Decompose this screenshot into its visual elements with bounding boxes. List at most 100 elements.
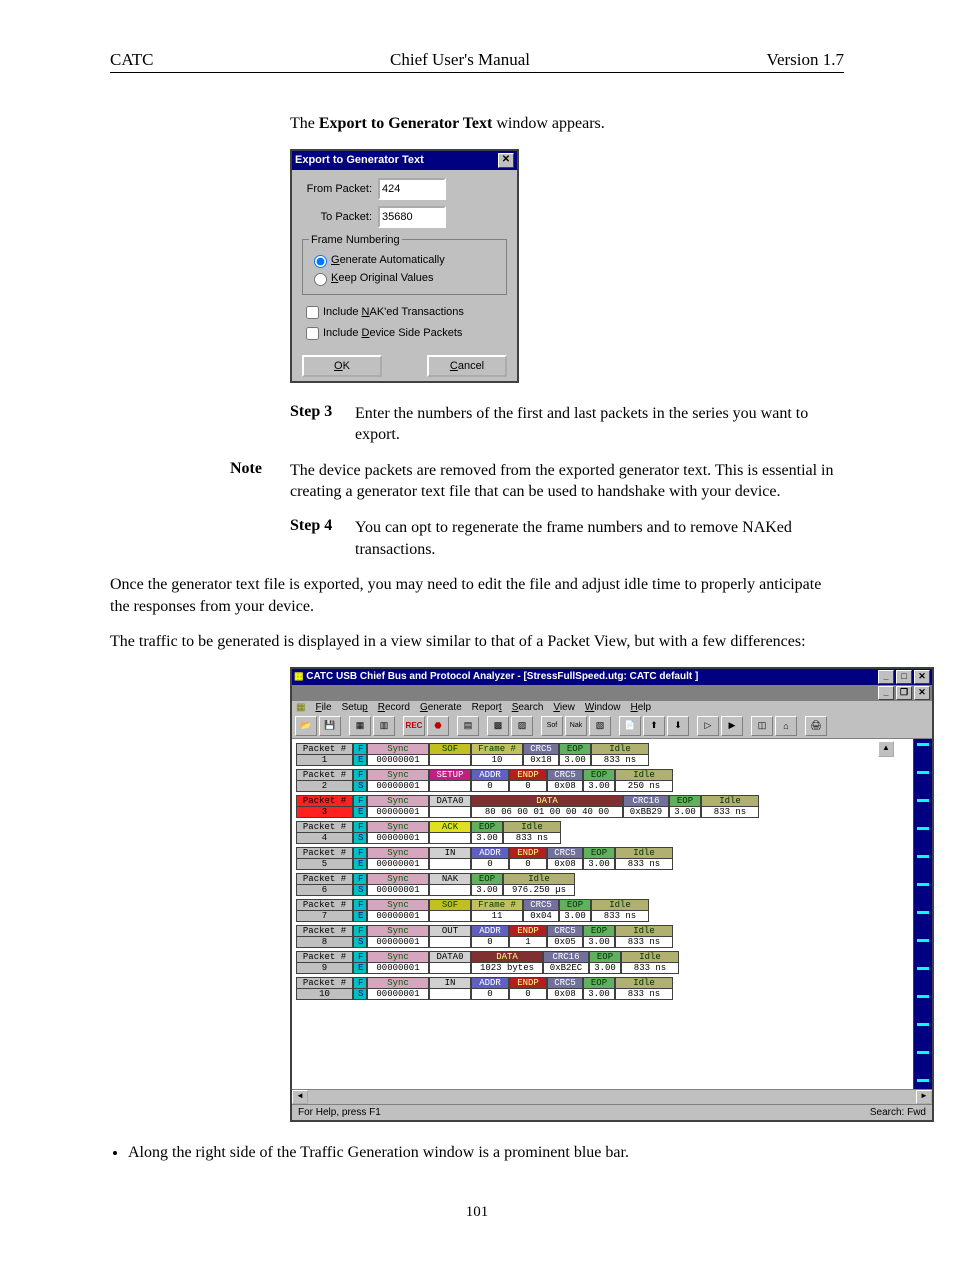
addr-cell: ADDR0 [471,925,509,948]
to-packet-input[interactable] [378,206,446,228]
scroll-left-icon[interactable]: ◄ [292,1090,308,1104]
eop-cell: EOP3.00 [471,873,503,896]
stop-icon[interactable]: ⬣ [427,716,449,736]
radio-keep-original-label: Keep Original Values [331,272,434,284]
sync-cell: Sync00000001 [367,821,429,844]
packet-row[interactable]: Packet #6FSSync00000001NAK0x5AEOP3.00Idl… [296,873,909,896]
menu-search[interactable]: Search [512,702,544,713]
check-include-device-label: Include Device Side Packets [323,327,462,339]
endp-cell: ENDP0 [509,847,547,870]
note-text: The device packets are removed from the … [290,460,844,503]
menu-report[interactable]: Report [472,702,502,713]
maximize-icon[interactable]: □ [896,670,912,684]
child-close-icon[interactable]: ✕ [914,686,930,700]
child-restore-icon[interactable]: ❐ [896,686,912,700]
radio-generate-auto[interactable] [314,255,327,268]
export-dialog-title: Export to Generator Text [295,154,424,166]
idle-cell: Idle976.250 µs [503,873,575,896]
packet-row[interactable]: Packet #1FESync00000001SOF0xA5Frame #10C… [296,743,909,766]
sync-cell: Sync00000001 [367,899,429,922]
menu-view[interactable]: View [553,702,575,713]
pid-cell: SETUP0xB4 [429,769,471,792]
pid-cell: SOF0xA5 [429,899,471,922]
packet-id-cell: Packet #10 [296,977,353,1000]
eop-cell: EOP3.00 [669,795,701,818]
packet-id-cell: Packet #7 [296,899,353,922]
open-icon[interactable]: 📂 [295,716,317,736]
menu-setup[interactable]: Setup [342,702,368,713]
tool-icon-8[interactable]: ▷ [697,716,719,736]
nak-icon[interactable]: Nak [565,716,587,736]
tool-icon-1[interactable]: ▦ [349,716,371,736]
pid-cell: DATA00xC3 [429,951,471,974]
menu-help[interactable]: Help [631,702,652,713]
up-arrow-icon[interactable]: ⬆ [643,716,665,736]
menu-window[interactable]: Window [585,702,621,713]
down-arrow-icon[interactable]: ⬇ [667,716,689,736]
packet-row[interactable]: Packet #7FESync00000001SOF0xA5Frame #11C… [296,899,909,922]
sync-cell: Sync00000001 [367,925,429,948]
from-packet-input[interactable] [378,178,446,200]
menu-record[interactable]: Record [378,702,410,713]
tool-icon-7[interactable]: 📄 [619,716,641,736]
ok-button[interactable]: OK [302,355,382,377]
analyzer-titlebar: ▦ CATC USB Chief Bus and Protocol Analyz… [292,669,932,685]
endp-cell: ENDP1 [509,925,547,948]
cancel-button[interactable]: Cancel [427,355,507,377]
crc5-cell: CRC50x05 [547,925,583,948]
tool-icon-6[interactable]: ▧ [589,716,611,736]
crc5-cell: CRC50x08 [547,769,583,792]
fm-cell: FS [353,769,367,792]
packet-row[interactable]: Packet #8FSSync00000001OUT0x87ADDR0ENDP1… [296,925,909,948]
idle-cell: Idle833 ns [591,743,649,766]
sync-cell: Sync00000001 [367,847,429,870]
menu-generate[interactable]: Generate [420,702,462,713]
check-include-naked[interactable] [306,306,319,319]
tool-icon-3[interactable]: ▤ [457,716,479,736]
save-icon[interactable]: 💾 [319,716,341,736]
child-minimize-icon[interactable]: _ [878,686,894,700]
sof-icon[interactable]: Sof [541,716,563,736]
packet-id-cell: Packet #2 [296,769,353,792]
scroll-up-icon[interactable]: ▲ [878,741,894,757]
crc5-cell: CRC50x08 [547,847,583,870]
minimize-icon[interactable]: _ [878,670,894,684]
tool-icon-10[interactable]: ◫ [751,716,773,736]
scroll-right-icon[interactable]: ► [916,1090,932,1104]
packet-row[interactable]: Packet #5FESync00000001IN0x96ADDR0ENDP0C… [296,847,909,870]
eop-cell: EOP3.00 [583,977,615,1000]
fm-cell: FE [353,847,367,870]
crc5-cell: CRC50x18 [523,743,559,766]
tool-icon-2[interactable]: ▥ [373,716,395,736]
databox-cell: DATA80 06 00 01 00 00 40 00 [471,795,623,818]
fm-cell: FE [353,795,367,818]
check-include-device[interactable] [306,327,319,340]
tool-icon-5[interactable]: ▨ [511,716,533,736]
close-icon[interactable]: ✕ [498,153,514,168]
tool-icon-11[interactable]: ⌂ [775,716,797,736]
tool-icon-9[interactable]: ▶ [721,716,743,736]
step3-text: Enter the numbers of the first and last … [355,403,844,446]
packet-row[interactable]: Packet #2FSSync00000001SETUP0xB4ADDR0END… [296,769,909,792]
step4-label: Step 4 [290,517,355,560]
packet-row[interactable]: Packet #9FESync00000001DATA00xC3DATA1023… [296,951,909,974]
databox-cell: DATA1023 bytes [471,951,543,974]
frame-cell: Frame #10 [471,743,523,766]
packet-id-cell: Packet #4 [296,821,353,844]
packet-row[interactable]: Packet #4FSSync00000001ACK0x4BEOP3.00Idl… [296,821,909,844]
packet-row[interactable]: Packet #10FSSync00000001IN0x96ADDR0ENDP0… [296,977,909,1000]
analyzer-title: CATC USB Chief Bus and Protocol Analyzer… [306,671,698,682]
close-window-icon[interactable]: ✕ [914,670,930,684]
analyzer-statusbar: For Help, press F1 Search: Fwd [292,1104,932,1120]
horizontal-scrollbar[interactable]: ◄ ► [292,1089,932,1104]
tool-icon-4[interactable]: ▩ [487,716,509,736]
rec-icon[interactable]: REC [403,716,425,736]
sync-cell: Sync00000001 [367,769,429,792]
menu-file[interactable]: File [315,702,331,713]
radio-keep-original[interactable] [314,273,327,286]
step4-text: You can opt to regenerate the frame numb… [355,517,844,560]
packet-row[interactable]: Packet #3FESync00000001DATA00xC3DATA80 0… [296,795,909,818]
print-icon[interactable]: 🖨 [805,716,827,736]
addr-cell: ADDR0 [471,847,509,870]
pid-cell: IN0x96 [429,977,471,1000]
